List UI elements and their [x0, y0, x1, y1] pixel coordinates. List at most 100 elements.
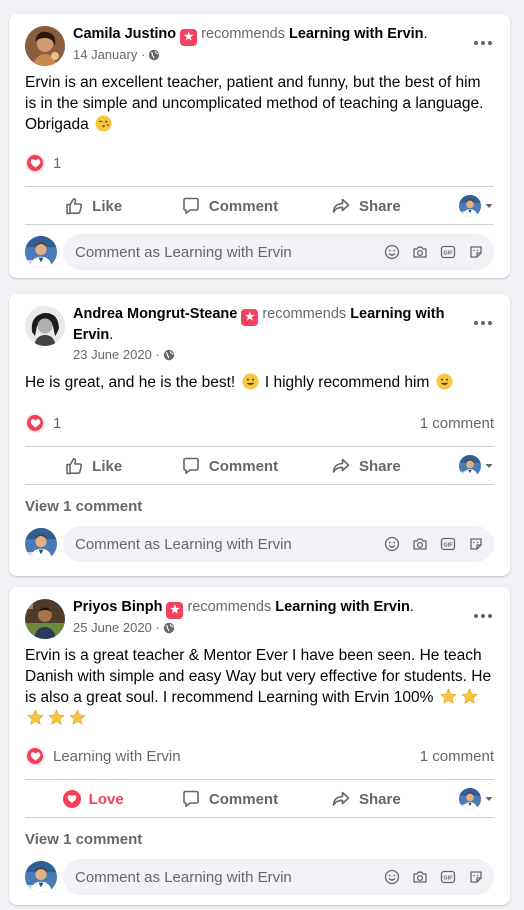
- post-as-selector[interactable]: [434, 781, 494, 817]
- more-options-button[interactable]: [468, 28, 498, 58]
- emoji-icon[interactable]: [384, 536, 400, 552]
- reactions-bar[interactable]: 1 1 comment: [25, 412, 494, 434]
- review-card: Andrea Mongrut-Steane ★ recommends Learnin…: [9, 294, 510, 576]
- post-text: Ervin is an excellent teacher, patient a…: [25, 72, 494, 135]
- like-label: Like: [92, 457, 123, 475]
- sticker-icon[interactable]: [468, 536, 484, 552]
- post-meta: 23 June 2020 ·: [73, 347, 175, 365]
- author-name[interactable]: Camila Justino: [73, 26, 176, 42]
- comment-input-box[interactable]: GIF: [63, 859, 494, 895]
- globe-icon: [163, 349, 175, 365]
- view-comments-link[interactable]: View 1 comment: [25, 498, 142, 515]
- sticker-icon[interactable]: [468, 244, 484, 260]
- love-label: Love: [88, 790, 124, 808]
- comment-button[interactable]: Comment: [161, 448, 297, 484]
- author-name[interactable]: Priyos Binph: [73, 599, 162, 615]
- share-button[interactable]: Share: [298, 781, 434, 817]
- gif-icon[interactable]: GIF: [440, 536, 456, 552]
- comment-label: Comment: [208, 790, 279, 808]
- heart-icon: [62, 790, 81, 808]
- more-options-button[interactable]: [468, 601, 498, 631]
- camera-icon[interactable]: [412, 244, 428, 260]
- commenter-avatar[interactable]: [25, 861, 57, 893]
- recommendation-icon: ★: [166, 602, 184, 619]
- post-meta: 25 June 2020 ·: [73, 620, 175, 638]
- commenter-avatar[interactable]: [25, 528, 57, 560]
- chevron-down-icon: [484, 794, 494, 804]
- camera-icon[interactable]: [412, 869, 428, 885]
- page-name-link[interactable]: Learning with Ervin: [275, 599, 410, 615]
- more-options-button[interactable]: [468, 308, 498, 338]
- comment-button[interactable]: Comment: [161, 188, 297, 224]
- like-icon: [64, 456, 84, 476]
- comment-count[interactable]: 1 comment: [420, 415, 494, 432]
- author-avatar[interactable]: [25, 26, 65, 66]
- comment-input-box[interactable]: GIF: [63, 234, 494, 270]
- post-date[interactable]: 23 June 2020: [73, 347, 152, 362]
- love-button[interactable]: Love: [25, 781, 161, 817]
- heart-reaction-icon: [25, 746, 45, 766]
- reaction-count[interactable]: 1: [53, 155, 494, 172]
- post-header: Andrea Mongrut-Steane ★ recommends Learnin…: [73, 306, 445, 343]
- share-button[interactable]: Share: [298, 448, 434, 484]
- sticker-icon[interactable]: [468, 869, 484, 885]
- gif-icon[interactable]: GIF: [440, 869, 456, 885]
- star-emoji-icon: [69, 709, 86, 726]
- page-avatar: [459, 195, 481, 217]
- recommends-text: recommends: [201, 26, 285, 42]
- smile-emoji-icon: [242, 373, 259, 390]
- post-as-selector[interactable]: [434, 188, 494, 224]
- gif-label: GIF: [443, 251, 453, 257]
- share-label: Share: [358, 790, 401, 808]
- star-emoji-icon: [440, 688, 457, 705]
- post-body: Ervin is a great teacher & Mentor Ever I…: [25, 647, 492, 706]
- share-icon: [331, 456, 351, 476]
- page-avatar: [459, 455, 481, 477]
- like-label: Like: [92, 197, 123, 215]
- comment-input[interactable]: [75, 868, 384, 886]
- author-avatar[interactable]: [25, 306, 65, 346]
- page-avatar: [459, 788, 481, 810]
- author-avatar[interactable]: [25, 599, 65, 639]
- emoji-icon[interactable]: [384, 869, 400, 885]
- share-label: Share: [358, 197, 401, 215]
- comment-composer: GIF: [25, 526, 494, 562]
- gif-label: GIF: [443, 876, 453, 882]
- divider: [25, 817, 494, 818]
- like-icon: [64, 196, 84, 216]
- reaction-count[interactable]: 1: [53, 415, 420, 432]
- heart-reaction-icon: [25, 153, 45, 173]
- post-body: He is great, and he is the best!: [25, 374, 236, 391]
- share-button[interactable]: Share: [298, 188, 434, 224]
- camera-icon[interactable]: [412, 536, 428, 552]
- comment-button[interactable]: Comment: [161, 781, 297, 817]
- action-bar: Like Comment Share: [25, 448, 494, 484]
- post-meta: 14 January ·: [73, 47, 160, 65]
- gif-icon[interactable]: GIF: [440, 244, 456, 260]
- commenter-avatar[interactable]: [25, 236, 57, 268]
- view-comments-link[interactable]: View 1 comment: [25, 831, 142, 848]
- like-button[interactable]: Like: [25, 448, 161, 484]
- post-as-selector[interactable]: [434, 448, 494, 484]
- review-card: Priyos Binph ★ recommends Learning with Er…: [9, 587, 510, 905]
- page-name-link[interactable]: Learning with Ervin: [289, 26, 424, 42]
- comment-input[interactable]: [75, 535, 384, 553]
- post-date[interactable]: 14 January: [73, 47, 137, 62]
- review-card: Camila Justino ★ recommends Learning with …: [9, 14, 510, 278]
- post-header: Camila Justino ★ recommends Learning with …: [73, 25, 450, 46]
- reactor-name[interactable]: Learning with Ervin: [53, 748, 420, 765]
- like-button[interactable]: Like: [25, 188, 161, 224]
- comment-count[interactable]: 1 comment: [420, 748, 494, 765]
- comment-input[interactable]: [75, 243, 384, 261]
- reactions-bar[interactable]: 1: [25, 152, 494, 174]
- star-emoji-icon: [48, 709, 65, 726]
- emoji-icon[interactable]: [384, 244, 400, 260]
- share-label: Share: [358, 457, 401, 475]
- post-body: Ervin is an excellent teacher, patient a…: [25, 74, 484, 133]
- post-header: Priyos Binph ★ recommends Learning with Er…: [73, 598, 450, 619]
- comment-input-box[interactable]: GIF: [63, 526, 494, 562]
- reactions-bar[interactable]: Learning with Ervin 1 comment: [25, 745, 494, 767]
- author-name[interactable]: Andrea Mongrut-Steane: [73, 306, 237, 322]
- post-date[interactable]: 25 June 2020: [73, 620, 152, 635]
- divider: [25, 779, 494, 780]
